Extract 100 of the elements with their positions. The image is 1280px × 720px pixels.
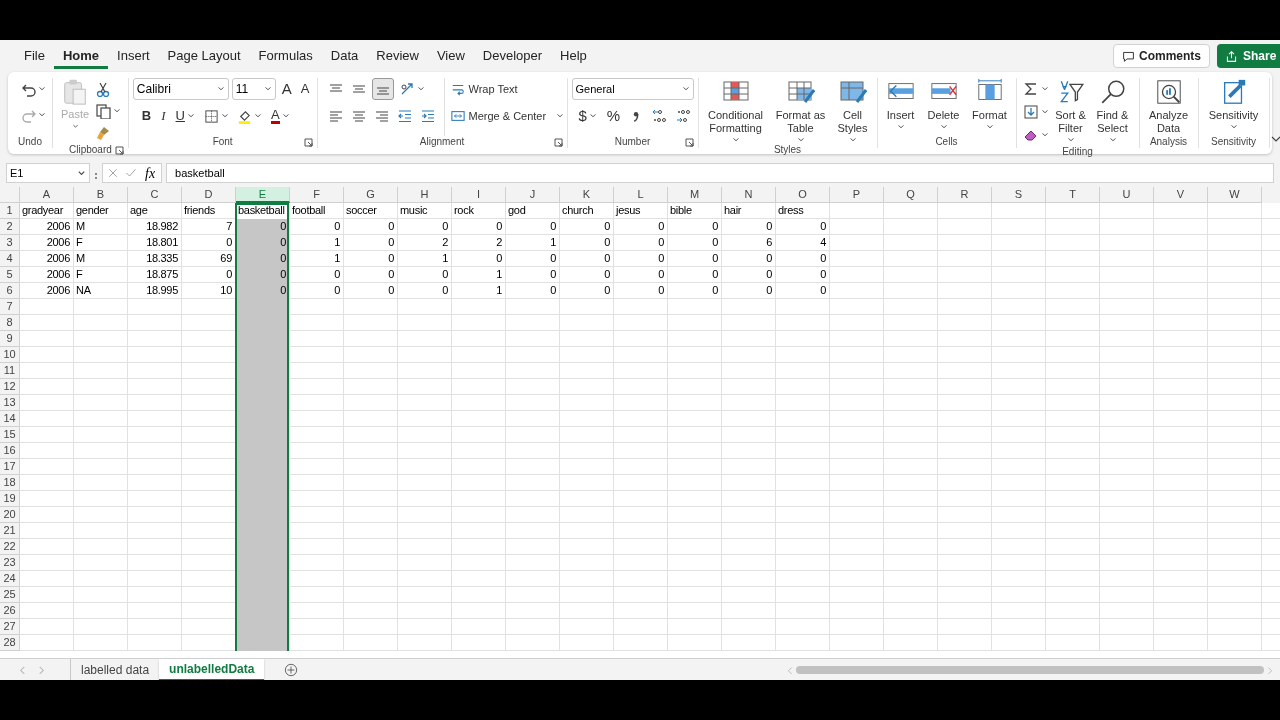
number-format-dropdown[interactable]: General bbox=[571, 78, 694, 100]
column-header[interactable]: W bbox=[1208, 187, 1262, 203]
row-header[interactable]: 23 bbox=[0, 555, 20, 571]
column-header[interactable]: L bbox=[614, 187, 668, 203]
row-header[interactable]: 15 bbox=[0, 427, 20, 443]
column-header[interactable]: P bbox=[830, 187, 884, 203]
row-header[interactable]: 25 bbox=[0, 587, 20, 603]
menu-tab[interactable]: Insert bbox=[108, 43, 159, 69]
currency-button[interactable]: $ bbox=[575, 105, 600, 127]
group-label: Sensitivity bbox=[1210, 136, 1257, 148]
table-cell-text: 1 bbox=[549, 235, 557, 250]
menu-tab[interactable]: File bbox=[15, 43, 54, 69]
menu-tab[interactable]: Review bbox=[367, 43, 428, 69]
row-header[interactable]: 1 bbox=[0, 203, 20, 219]
ribbon-button[interactable]: Find & Select bbox=[1090, 78, 1135, 146]
row-header[interactable]: 7 bbox=[0, 299, 20, 315]
column-header[interactable]: T bbox=[1046, 187, 1100, 203]
column-header[interactable]: J bbox=[506, 187, 560, 203]
formula-input[interactable]: basketball bbox=[166, 163, 1274, 183]
row-header[interactable]: 12 bbox=[0, 379, 20, 395]
ribbon-button[interactable]: Sensitivity bbox=[1202, 78, 1265, 136]
column-header[interactable]: A bbox=[20, 187, 74, 203]
ribbon-button[interactable]: Sort & Filter bbox=[1050, 78, 1091, 146]
column-header[interactable]: Q bbox=[884, 187, 938, 203]
row-header[interactable]: 24 bbox=[0, 571, 20, 587]
row-header[interactable]: 13 bbox=[0, 395, 20, 411]
font-color-button[interactable]: A bbox=[267, 105, 293, 127]
row-header[interactable]: 14 bbox=[0, 411, 20, 427]
italic-button[interactable]: I bbox=[158, 105, 169, 127]
menu-tab[interactable]: Page Layout bbox=[158, 43, 250, 69]
group-label: Analysis bbox=[1148, 136, 1189, 148]
column-header[interactable]: M bbox=[668, 187, 722, 203]
column-header[interactable]: I bbox=[452, 187, 506, 203]
bold-button[interactable]: B bbox=[138, 105, 155, 127]
table-cell-text: 10 bbox=[219, 283, 233, 298]
column-header[interactable]: V bbox=[1154, 187, 1208, 203]
row-header[interactable]: 2 bbox=[0, 219, 20, 235]
ribbon-button[interactable]: Delete bbox=[923, 78, 964, 136]
merge-center-button[interactable]: Merge & Center bbox=[450, 105, 565, 127]
column-header[interactable]: N bbox=[722, 187, 776, 203]
menu-tab[interactable]: Help bbox=[551, 43, 596, 69]
column-header[interactable]: K bbox=[560, 187, 614, 203]
row-header[interactable]: 20 bbox=[0, 507, 20, 523]
column-header[interactable]: B bbox=[74, 187, 128, 203]
name-box[interactable]: E1 bbox=[6, 163, 90, 183]
row-header[interactable]: 21 bbox=[0, 523, 20, 539]
column-header[interactable]: O bbox=[776, 187, 830, 203]
row-header[interactable]: 26 bbox=[0, 603, 20, 619]
table-cell-text: 0 bbox=[819, 251, 827, 266]
table-cell-text: F bbox=[75, 267, 84, 282]
menu-tab[interactable]: Home bbox=[53, 43, 109, 69]
row-header[interactable]: 19 bbox=[0, 491, 20, 507]
decrease-font-button[interactable]: A bbox=[297, 78, 313, 100]
column-header[interactable]: F bbox=[290, 187, 344, 203]
ribbon-button[interactable]: Conditional Formatting bbox=[702, 78, 769, 144]
row-header[interactable]: 18 bbox=[0, 475, 20, 491]
group-label: Cells bbox=[934, 136, 959, 148]
comments-button[interactable]: Comments bbox=[1113, 44, 1210, 68]
column-header[interactable]: E bbox=[236, 187, 290, 203]
percent-button[interactable]: % bbox=[603, 105, 624, 127]
row-header[interactable]: 10 bbox=[0, 347, 20, 363]
table-cell-text: 0 bbox=[333, 219, 341, 234]
row-header[interactable]: 27 bbox=[0, 619, 20, 635]
row-header[interactable]: 8 bbox=[0, 315, 20, 331]
table-cell-text: 0 bbox=[225, 235, 233, 250]
row-header[interactable]: 3 bbox=[0, 235, 20, 251]
menu-tab[interactable]: Developer bbox=[473, 43, 552, 69]
ribbon-button[interactable]: Cell Styles bbox=[832, 78, 873, 144]
menu-tab[interactable]: Formulas bbox=[249, 43, 322, 69]
table-cell-text: 0 bbox=[495, 219, 503, 234]
underline-button[interactable]: U bbox=[172, 105, 198, 127]
column-header[interactable]: S bbox=[992, 187, 1046, 203]
row-header[interactable]: 11 bbox=[0, 363, 20, 379]
menu-tab[interactable]: View bbox=[427, 43, 474, 69]
menu-tab[interactable]: Data bbox=[321, 43, 368, 69]
row-header[interactable]: 6 bbox=[0, 283, 20, 299]
wrap-text-button[interactable]: Wrap Text bbox=[450, 78, 565, 100]
ribbon-button[interactable]: Analyze Data bbox=[1143, 78, 1194, 136]
column-header[interactable]: C bbox=[128, 187, 182, 203]
row-header[interactable]: 4 bbox=[0, 251, 20, 267]
row-header[interactable]: 28 bbox=[0, 635, 20, 651]
row-header[interactable]: 5 bbox=[0, 267, 20, 283]
row-header[interactable]: 16 bbox=[0, 443, 20, 459]
column-header[interactable]: H bbox=[398, 187, 452, 203]
share-button[interactable]: Share bbox=[1217, 44, 1280, 68]
column-header[interactable]: G bbox=[344, 187, 398, 203]
ribbon-button[interactable]: Insert bbox=[881, 78, 920, 136]
ribbon-button[interactable]: Format bbox=[967, 78, 1012, 136]
row-header[interactable]: 17 bbox=[0, 459, 20, 475]
font-size-dropdown[interactable]: 11 bbox=[231, 78, 276, 100]
group-label: Styles bbox=[772, 144, 803, 156]
row-header[interactable]: 9 bbox=[0, 331, 20, 347]
increase-font-button[interactable]: A bbox=[278, 78, 295, 100]
font-name-dropdown[interactable]: Calibri bbox=[132, 78, 229, 100]
row-header[interactable]: 22 bbox=[0, 539, 20, 555]
column-header[interactable]: R bbox=[938, 187, 992, 203]
ribbon-button[interactable]: Format as Table bbox=[772, 78, 829, 144]
column-header[interactable]: U bbox=[1100, 187, 1154, 203]
sheet-tab[interactable]: unlabelledData bbox=[159, 658, 265, 681]
table-cell-text: 0 bbox=[711, 235, 719, 250]
